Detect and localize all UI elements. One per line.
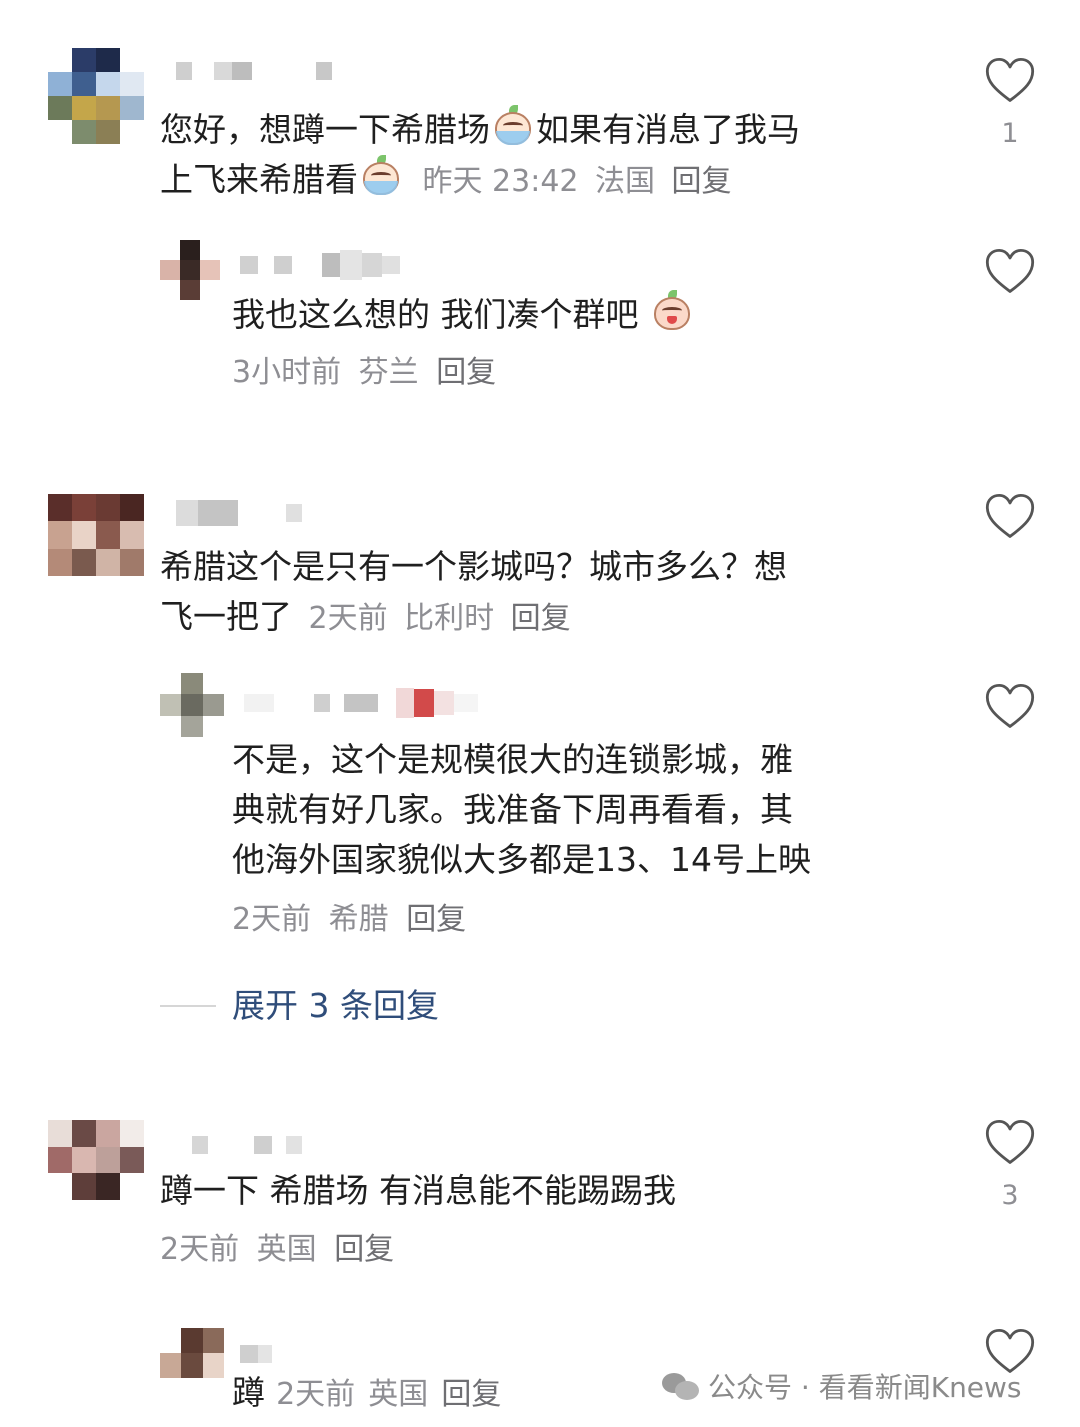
reply-location: 希腊: [328, 902, 389, 937]
avatar[interactable]: [48, 494, 144, 576]
reply-text: 蹲: [232, 1373, 265, 1412]
username-blurred[interactable]: [244, 688, 478, 718]
comment-location: 英国: [256, 1232, 317, 1267]
username-blurred[interactable]: [176, 62, 332, 80]
reply-meta: 3小时前 芬兰 回复: [232, 353, 496, 393]
reply-button[interactable]: 回复: [406, 902, 466, 937]
reply-meta: 2天前 希腊 回复: [232, 900, 466, 940]
reply-time: 2天前: [276, 1377, 356, 1412]
comment-location: 比利时: [404, 601, 495, 636]
comment-text: 希腊这个是只有一个影城吗？城市多么？想 飞一把了 2天前 比利时 回复: [160, 547, 787, 636]
wechat-icon: [662, 1371, 700, 1401]
reply-time: 2天前: [232, 902, 312, 937]
reply-time: 3小时前: [232, 355, 342, 390]
reply-button[interactable]: 回复: [672, 164, 732, 199]
reply-button[interactable]: 回复: [436, 355, 496, 390]
comment-text: 蹲一下 希腊场 有消息能不能踢踢我: [160, 1171, 676, 1210]
comment-meta: 2天前 英国 回复: [160, 1230, 394, 1270]
crying-emoji-icon: [492, 105, 534, 147]
expand-replies-button[interactable]: 展开 3 条回复: [232, 984, 439, 1028]
watermark: 公众号 · 看看新闻Knews: [662, 1366, 1022, 1406]
crying-emoji-icon: [360, 155, 402, 197]
comment-time: 2天前: [160, 1232, 240, 1267]
heart-icon[interactable]: [983, 490, 1037, 544]
username-blurred[interactable]: [240, 250, 400, 280]
like-count: 1: [1001, 118, 1019, 149]
reply-button[interactable]: 回复: [334, 1232, 394, 1267]
username-blurred[interactable]: [240, 1345, 272, 1363]
expand-divider: [160, 1005, 216, 1007]
avatar[interactable]: [160, 673, 224, 737]
heart-icon[interactable]: [983, 54, 1037, 108]
heart-icon[interactable]: [983, 245, 1037, 299]
reply-button[interactable]: 回复: [441, 1377, 501, 1412]
reply-location: 芬兰: [358, 355, 419, 390]
comment-text: 您好，想蹲一下希腊场 如果有消息了我马 上飞来希腊看 昨天 23:42 法国 回复: [160, 105, 960, 205]
avatar[interactable]: [48, 1120, 144, 1200]
reply-button[interactable]: 回复: [511, 601, 571, 636]
avatar[interactable]: [160, 1328, 224, 1378]
reply-location: 英国: [368, 1377, 429, 1412]
reply-text: 我也这么想的 我们凑个群吧: [232, 290, 695, 340]
reply-text: 不是，这个是规模很大的连锁影城，雅 典就有好几家。我准备下周再看看，其 他海外国…: [232, 740, 811, 879]
avatar[interactable]: [48, 48, 144, 144]
username-blurred[interactable]: [176, 500, 302, 526]
username-blurred[interactable]: [192, 1136, 302, 1154]
watermark-text: 公众号 · 看看新闻Knews: [708, 1371, 1022, 1404]
comment-time: 2天前: [308, 601, 388, 636]
avatar[interactable]: [160, 240, 220, 300]
crying-emoji-icon: [651, 290, 693, 332]
comment-location: 法国: [595, 164, 655, 199]
heart-icon[interactable]: [983, 1116, 1037, 1170]
comment-time: 昨天 23:42: [422, 164, 579, 199]
like-count: 3: [1001, 1180, 1019, 1211]
reply-line: 蹲 2天前 英国 回复: [232, 1368, 501, 1418]
heart-icon[interactable]: [983, 680, 1037, 734]
